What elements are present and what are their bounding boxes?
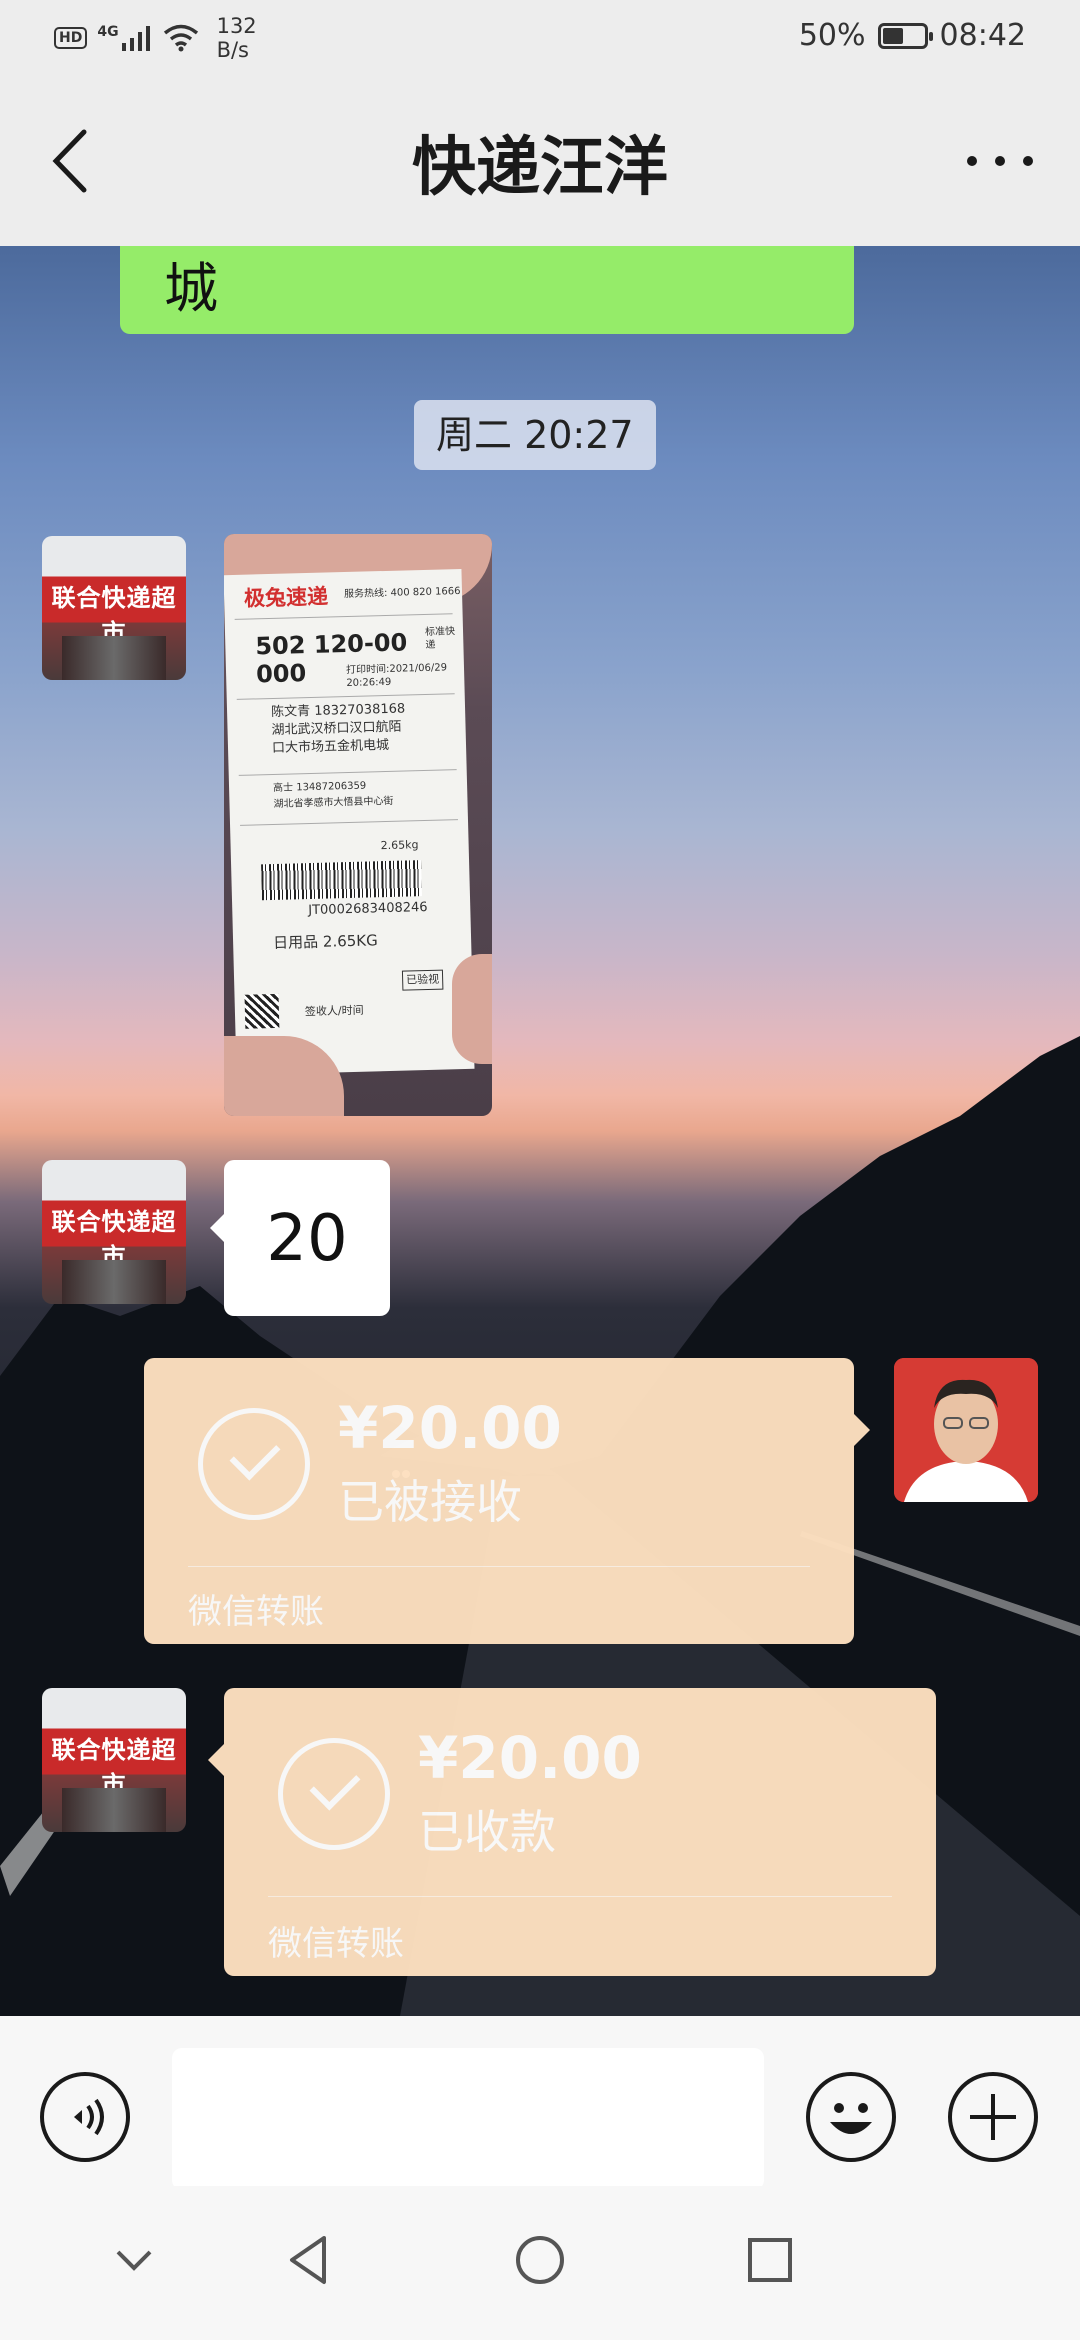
status-bar: HD 4G 132 B/s 50% 08:42 bbox=[0, 0, 1080, 76]
transfer-footer: 微信转账 bbox=[188, 1592, 324, 1632]
receipt-divider bbox=[236, 693, 455, 700]
receipt-sign-label: 签收人/时间 bbox=[304, 1003, 364, 1019]
avatar[interactable]: 联合快递超市 bbox=[42, 1160, 186, 1304]
transfer-status: 已被接收 bbox=[338, 1475, 522, 1529]
qr-code bbox=[244, 993, 280, 1029]
title-bar: 快递汪洋 bbox=[0, 76, 1080, 246]
receipt-print-time: 打印时间:2021/06/29 20:26:49 bbox=[345, 662, 448, 690]
message-text: 城 bbox=[164, 257, 218, 320]
battery-percent: 50% bbox=[798, 18, 866, 53]
message-text: 20 bbox=[266, 1202, 348, 1276]
text-bubble-sent[interactable]: 城 bbox=[120, 246, 854, 334]
transfer-amount: ¥20.00 bbox=[338, 1394, 562, 1462]
receipt-hotline: 服务热线: 400 820 1666 bbox=[343, 586, 461, 601]
avatar[interactable]: 联合快递超市 bbox=[42, 1688, 186, 1832]
avatar[interactable] bbox=[894, 1358, 1038, 1502]
transfer-status: 已收款 bbox=[418, 1805, 556, 1859]
receipt-sender-address: 湖北省孝感市大悟县中心街 bbox=[273, 795, 394, 810]
clock: 08:42 bbox=[939, 18, 1026, 53]
plus-icon[interactable] bbox=[948, 2072, 1038, 2162]
net-speed: 132 B/s bbox=[217, 14, 257, 62]
recents-square-icon[interactable] bbox=[740, 2230, 800, 2290]
barcode bbox=[261, 860, 422, 901]
avatar-door bbox=[62, 1788, 166, 1832]
timestamp-chip: 周二 20:27 bbox=[414, 400, 656, 470]
emoji-glyph bbox=[830, 2103, 872, 2134]
transfer-divider bbox=[268, 1896, 892, 1897]
receipt-waybill: JT0002683408246 bbox=[308, 899, 428, 919]
check-circle-icon bbox=[278, 1738, 390, 1850]
net-speed-value: 132 bbox=[216, 14, 257, 38]
emoji-icon[interactable] bbox=[806, 2072, 896, 2162]
network-type: 4G bbox=[97, 24, 119, 40]
receipt-goods: 日用品 2.65KG bbox=[272, 931, 378, 953]
receipt-address: 湖北武汉桥口汉口航陌口大市场五金机电城 bbox=[271, 719, 402, 756]
more-dots-icon[interactable] bbox=[960, 136, 1040, 186]
shipping-label-image: 极兔速递 服务热线: 400 820 1666 502 120-00 000 标… bbox=[224, 568, 475, 1076]
signal-icon bbox=[121, 26, 150, 51]
hand-shape bbox=[452, 954, 492, 1064]
transfer-amount: ¥20.00 bbox=[418, 1724, 642, 1792]
receipt-divider bbox=[234, 613, 453, 620]
home-circle-icon[interactable] bbox=[510, 2230, 570, 2290]
transfer-divider bbox=[188, 1566, 810, 1567]
battery-fill bbox=[882, 27, 903, 44]
avatar[interactable]: 联合快递超市 bbox=[42, 536, 186, 680]
net-speed-unit: B/s bbox=[216, 38, 250, 62]
message-input[interactable] bbox=[172, 2048, 764, 2190]
receipt-weight: 2.65kg bbox=[380, 838, 419, 853]
collapse-chevron-icon[interactable] bbox=[104, 2230, 164, 2290]
receipt-service: 标准快递 bbox=[424, 626, 456, 651]
chat-area[interactable]: 城 周二 20:27 联合快递超市 极兔速递 服务热线: 400 820 166… bbox=[0, 246, 1080, 2016]
wifi-icon bbox=[163, 24, 198, 52]
battery-icon bbox=[877, 22, 933, 49]
plus-glyph bbox=[970, 2094, 1016, 2140]
receipt-divider bbox=[238, 769, 457, 776]
image-message[interactable]: 极兔速递 服务热线: 400 820 1666 502 120-00 000 标… bbox=[224, 534, 492, 1116]
text-bubble-received[interactable]: 20 bbox=[210, 1160, 390, 1316]
avatar-door bbox=[62, 1260, 166, 1304]
chat-title: 快递汪洋 bbox=[412, 131, 668, 205]
receipt-stamp: 已验视 bbox=[401, 969, 444, 991]
voice-glyph bbox=[74, 2098, 104, 2136]
transfer-card-sent[interactable]: ¥20.00 已被接收 微信转账 bbox=[144, 1358, 870, 1644]
profile-photo bbox=[894, 1358, 1038, 1502]
receipt-brand: 极兔速递 bbox=[243, 584, 329, 611]
transfer-footer: 微信转账 bbox=[268, 1924, 404, 1964]
input-bar bbox=[0, 2016, 1080, 2190]
system-nav-bar bbox=[0, 2186, 1080, 2340]
hd-badge: HD bbox=[54, 27, 88, 49]
back-triangle-icon[interactable] bbox=[280, 2230, 340, 2290]
avatar-door bbox=[62, 636, 166, 680]
check-circle-icon bbox=[198, 1408, 310, 1520]
voice-icon[interactable] bbox=[40, 2072, 130, 2162]
transfer-card-received[interactable]: ¥20.00 已收款 微信转账 bbox=[208, 1688, 936, 1976]
receipt-divider bbox=[240, 819, 458, 826]
